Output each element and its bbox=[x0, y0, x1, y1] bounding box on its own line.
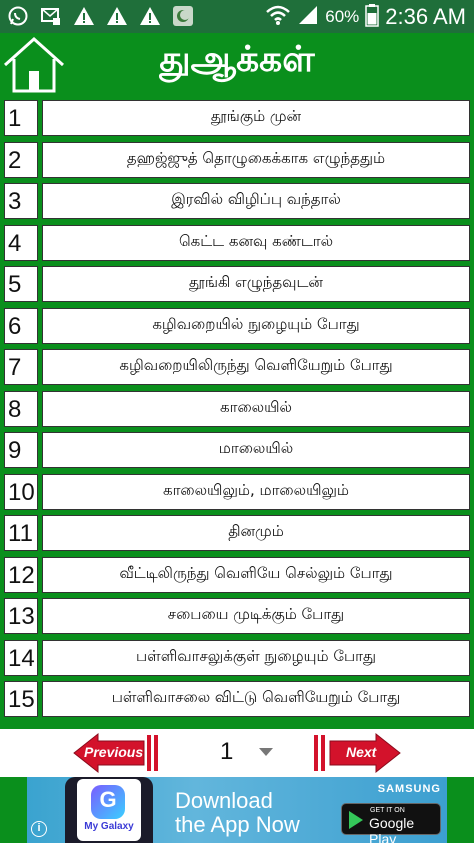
item-number: 13 bbox=[4, 598, 38, 634]
item-label: கழிவறையிலிருந்து வெளியேறும் போது bbox=[42, 349, 470, 385]
list-item[interactable]: 1 தூங்கும் முன் bbox=[2, 100, 472, 138]
item-label: வீட்டிலிருந்து வெளியே செல்லும் போது bbox=[42, 556, 470, 593]
item-number: 14 bbox=[4, 639, 38, 676]
item-number: 11 bbox=[4, 515, 38, 551]
whatsapp-icon bbox=[6, 4, 30, 28]
item-label: பள்ளிவாசலுக்குள் நுழையும் போது bbox=[42, 639, 470, 676]
item-number: 10 bbox=[4, 473, 38, 510]
item-label: கெட்ட கனவு கண்டால் bbox=[42, 224, 470, 261]
item-label: தஹஜ்ஜுத் தொழுகைக்காக எழுந்ததும் bbox=[42, 141, 470, 178]
ad-app-name: My Galaxy bbox=[84, 821, 134, 832]
warning-icon bbox=[105, 4, 129, 28]
message-icon bbox=[39, 4, 63, 28]
battery-icon bbox=[365, 3, 380, 31]
next-button[interactable]: Next bbox=[312, 731, 402, 775]
warning-icon bbox=[72, 4, 96, 28]
item-number: 7 bbox=[4, 349, 38, 385]
item-label: இரவில் விழிப்பு வந்தால் bbox=[42, 183, 470, 219]
item-label: பள்ளிவாசலை விட்டு வெளியேறும் போது bbox=[42, 681, 470, 717]
item-number: 12 bbox=[4, 556, 38, 593]
item-number: 6 bbox=[4, 307, 38, 344]
item-number: 15 bbox=[4, 681, 38, 717]
google-play-icon bbox=[349, 811, 363, 829]
item-number: 5 bbox=[4, 266, 38, 302]
item-label: காலையிலும், மாலையிலும் bbox=[42, 473, 470, 510]
item-number: 2 bbox=[4, 141, 38, 178]
item-number: 8 bbox=[4, 390, 38, 427]
item-label: தூங்கும் முன் bbox=[42, 100, 470, 136]
list-item[interactable]: 2 தஹஜ்ஜுத் தொழுகைக்காக எழுந்ததும் bbox=[2, 141, 472, 180]
list-item[interactable]: 9 மாலையில் bbox=[2, 432, 472, 470]
item-label: தினமும் bbox=[42, 515, 470, 551]
ad-headline-line1: Download bbox=[175, 788, 273, 813]
next-label: Next bbox=[346, 744, 377, 760]
page-title: துஆக்கள் bbox=[159, 39, 315, 80]
dua-list[interactable]: 1 தூங்கும் முன் 2 தஹஜ்ஜுத் தொழுகைக்காக எ… bbox=[0, 96, 474, 729]
item-label: தூங்கி எழுந்தவுடன் bbox=[42, 266, 470, 302]
list-item[interactable]: 4 கெட்ட கனவு கண்டால் bbox=[2, 224, 472, 263]
notification-icons bbox=[6, 4, 195, 28]
item-label: காலையில் bbox=[42, 390, 470, 427]
page-number: 1 bbox=[220, 738, 234, 765]
status-bar: 60% 2:36 AM bbox=[0, 0, 474, 33]
clock: 2:36 AM bbox=[385, 4, 466, 29]
item-number: 1 bbox=[4, 100, 38, 136]
item-label: சபையை முடிக்கும் போது bbox=[42, 598, 470, 634]
wifi-icon bbox=[265, 4, 291, 30]
signal-icon bbox=[297, 4, 319, 30]
app-bar: துஆக்கள் bbox=[0, 33, 474, 96]
list-item[interactable]: 15 பள்ளிவாசலை விட்டு வெளியேறும் போது bbox=[2, 681, 472, 719]
google-play-text: Google Play bbox=[369, 815, 415, 843]
galaxy-logo-letter: G bbox=[99, 787, 117, 812]
list-item[interactable]: 6 கழிவறையில் நுழையும் போது bbox=[2, 307, 472, 346]
ad-banner[interactable]: G My Galaxy i Download the App Now SAMSU… bbox=[27, 777, 447, 843]
previous-button[interactable]: Previous bbox=[72, 731, 162, 775]
ad-banner-area: G My Galaxy i Download the App Now SAMSU… bbox=[0, 777, 474, 843]
pagination-bar: Previous 1 Next bbox=[0, 729, 474, 777]
battery-percent: 60% bbox=[325, 7, 360, 26]
warning-icon bbox=[138, 4, 162, 28]
item-number: 9 bbox=[4, 432, 38, 468]
page-dropdown-caret[interactable] bbox=[259, 748, 273, 756]
list-item[interactable]: 3 இரவில் விழிப்பு வந்தால் bbox=[2, 183, 472, 221]
item-number: 4 bbox=[4, 224, 38, 261]
list-item[interactable]: 12 வீட்டிலிருந்து வெளியே செல்லும் போது bbox=[2, 556, 472, 595]
list-item[interactable]: 7 கழிவறையிலிருந்து வெளியேறும் போது bbox=[2, 349, 472, 387]
previous-label: Previous bbox=[84, 744, 144, 760]
list-item[interactable]: 11 தினமும் bbox=[2, 515, 472, 553]
ad-headline: Download the App Now bbox=[175, 789, 300, 837]
list-item[interactable]: 8 காலையில் bbox=[2, 390, 472, 429]
item-label: கழிவறையில் நுழையும் போது bbox=[42, 307, 470, 344]
list-item[interactable]: 14 பள்ளிவாசலுக்குள் நுழையும் போது bbox=[2, 639, 472, 678]
list-item[interactable]: 10 காலையிலும், மாலையிலும் bbox=[2, 473, 472, 512]
list-item[interactable]: 5 தூங்கி எழுந்தவுடன் bbox=[2, 266, 472, 304]
ad-info-icon[interactable]: i bbox=[31, 821, 47, 837]
google-play-badge[interactable]: GET IT ON Google Play bbox=[341, 803, 441, 843]
list-item[interactable]: 13 சபையை முடிக்கும் போது bbox=[2, 598, 472, 636]
system-indicators: 60% 2:36 AM bbox=[265, 2, 466, 32]
app-icon bbox=[171, 4, 195, 28]
dua-list-items: 1 தூங்கும் முன் 2 தஹஜ்ஜுத் தொழுகைக்காக எ… bbox=[2, 100, 472, 723]
item-label: மாலையில் bbox=[42, 432, 470, 468]
item-number: 3 bbox=[4, 183, 38, 219]
google-play-small-text: GET IT ON bbox=[370, 807, 405, 814]
ad-headline-line2: the App Now bbox=[175, 812, 300, 837]
ad-brand: SAMSUNG bbox=[377, 783, 441, 795]
